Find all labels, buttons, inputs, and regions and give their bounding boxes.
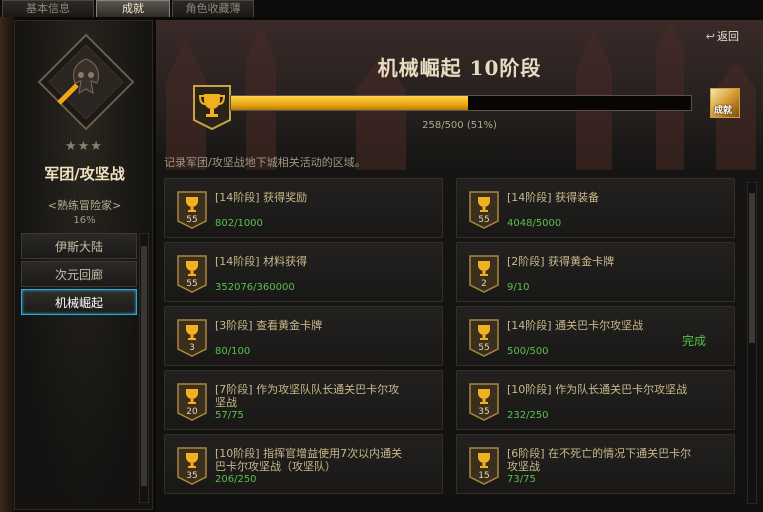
achievement-card[interactable]: 35 [10阶段] 指挥官增益使用7次以内通关巴卡尔攻坚战（攻坚队） 206/250 — [164, 434, 443, 494]
sub-category-list: 伊斯大陆 次元回廊 机械崛起 — [21, 233, 137, 317]
trophy-badge-icon: 3 — [177, 319, 207, 357]
achievement-scroll-thumb[interactable] — [749, 193, 755, 343]
rank-label: <熟练冒险家> — [47, 199, 122, 212]
achievement-progress: 9/10 — [507, 282, 530, 293]
return-arrow-icon: ↩ — [705, 30, 715, 43]
badge-level: 35 — [186, 471, 197, 481]
achievement-card[interactable]: 35 [10阶段] 作为队长通关巴卡尔攻坚战 232/250 — [456, 370, 735, 430]
badge-level: 55 — [186, 215, 197, 225]
achievement-progress: 232/250 — [507, 410, 549, 421]
achievement-card[interactable]: 55 [14阶段] 获得装备 4048/5000 — [456, 178, 735, 238]
tab-basic-info[interactable]: 基本信息 — [2, 0, 94, 17]
tab-bar: 基本信息 成就 角色收藏薄 — [0, 0, 763, 17]
achievement-title: [14阶段] 获得奖励 — [215, 191, 308, 204]
badge-level: 35 — [478, 407, 489, 417]
achievement-complete-label: 完成 — [681, 334, 706, 348]
sidebar-scroll-thumb[interactable] — [141, 246, 147, 486]
stage-progress-fill — [231, 96, 469, 110]
badge-level: 55 — [478, 215, 489, 225]
sub-category-item-istria[interactable]: 伊斯大陆 — [21, 233, 137, 259]
badge-level: 55 — [478, 343, 489, 353]
stage-description: 记录军团/攻坚战地下城相关活动的区域。 — [164, 156, 366, 169]
achievement-card[interactable]: 20 [7阶段] 作为攻坚队队长通关巴卡尔攻坚战 57/75 — [164, 370, 443, 430]
badge-level: 55 — [186, 279, 197, 289]
badge-level: 3 — [189, 343, 195, 353]
badge-level: 20 — [186, 407, 198, 417]
achievement-card[interactable]: 2 [2阶段] 获得黄金卡牌 9/10 — [456, 242, 735, 302]
achievement-title: [14阶段] 获得装备 — [507, 191, 600, 204]
achievement-progress: 80/100 — [215, 346, 251, 357]
completion-percent: 16% — [73, 215, 96, 226]
trophy-badge-icon: 35 — [177, 447, 207, 485]
achievement-title: [6阶段] 在不死亡的情况下通关巴卡尔攻坚战 — [507, 447, 692, 473]
tab-achievements[interactable]: 成就 — [96, 0, 170, 17]
achievement-progress: 73/75 — [507, 474, 536, 485]
trophy-badge-icon: 15 — [469, 447, 499, 485]
category-emblem-icon — [37, 33, 135, 131]
left-edge-decoration — [0, 17, 14, 512]
stage-progress-bar — [230, 95, 692, 111]
back-label: 返回 — [717, 30, 739, 43]
rank-stars: ★★★ — [65, 139, 103, 154]
achievement-title: [7阶段] 作为攻坚队队长通关巴卡尔攻坚战 — [215, 383, 400, 409]
achievement-title: [14阶段] 通关巴卡尔攻坚战 — [507, 319, 644, 332]
achievement-title: [10阶段] 作为队长通关巴卡尔攻坚战 — [507, 383, 688, 396]
category-title: 军团/攻坚战 — [44, 165, 125, 183]
trophy-badge-icon: 2 — [469, 255, 499, 293]
achievement-title: [10阶段] 指挥官增益使用7次以内通关巴卡尔攻坚战（攻坚队） — [215, 447, 403, 473]
trophy-badge-icon: 35 — [469, 383, 499, 421]
trophy-badge-icon: 20 — [177, 383, 207, 421]
badge-level: 15 — [478, 471, 489, 481]
stage-progress-text: 258/500 (51%) — [422, 120, 497, 131]
back-button[interactable]: ↩ 返回 — [706, 28, 739, 44]
trophy-badge-icon: 55 — [177, 255, 207, 293]
achievement-card[interactable]: 15 [6阶段] 在不死亡的情况下通关巴卡尔攻坚战 73/75 — [456, 434, 735, 494]
achievement-reward-icon[interactable]: 成就 — [710, 88, 740, 118]
achievement-progress: 206/250 — [215, 474, 257, 485]
achievement-progress: 4048/5000 — [507, 218, 562, 229]
sidebar-scrollbar[interactable] — [139, 233, 149, 503]
category-panel: ★★★ 军团/攻坚战 <熟练冒险家> 16% 伊斯大陆 次元回廊 机械崛起 — [14, 20, 153, 510]
achievement-card[interactable]: 55 [14阶段] 材料获得 352076/360000 — [164, 242, 443, 302]
trophy-badge-icon: 55 — [469, 319, 499, 357]
achievement-progress: 802/1000 — [215, 218, 263, 229]
achievement-progress: 57/75 — [215, 410, 244, 421]
achievement-progress: 352076/360000 — [215, 282, 295, 293]
sub-category-item-machine-rise[interactable]: 机械崛起 — [21, 289, 137, 315]
reward-icon-label: 成就 — [714, 106, 733, 116]
trophy-badge-icon: 55 — [177, 191, 207, 229]
achievement-progress: 500/500 — [507, 346, 549, 357]
achievement-list: 55 [14阶段] 获得奖励 802/1000 55 [14阶段] 获得装备 4048/5… — [164, 178, 744, 512]
achievement-title: [3阶段] 查看黄金卡牌 — [215, 319, 323, 332]
achievement-title: [2阶段] 获得黄金卡牌 — [507, 255, 615, 268]
achievement-title: [14阶段] 材料获得 — [215, 255, 308, 268]
achievement-card[interactable]: 55 [14阶段] 通关巴卡尔攻坚战 500/500 完成 — [456, 306, 735, 366]
achievement-panel: ↩ 返回 机械崛起 10阶段 成就 258/500 (51%) 记录军团/攻坚战地… — [156, 20, 763, 512]
stage-title: 机械崛起 10阶段 — [377, 56, 542, 80]
tab-collection[interactable]: 角色收藏薄 — [172, 0, 254, 17]
trophy-badge-icon: 55 — [469, 191, 499, 229]
badge-level: 2 — [481, 279, 487, 289]
sub-category-item-dimension[interactable]: 次元回廊 — [21, 261, 137, 287]
achievement-card[interactable]: 3 [3阶段] 查看黄金卡牌 80/100 — [164, 306, 443, 366]
achievement-scrollbar[interactable] — [747, 182, 757, 504]
achievement-card[interactable]: 55 [14阶段] 获得奖励 802/1000 — [164, 178, 443, 238]
